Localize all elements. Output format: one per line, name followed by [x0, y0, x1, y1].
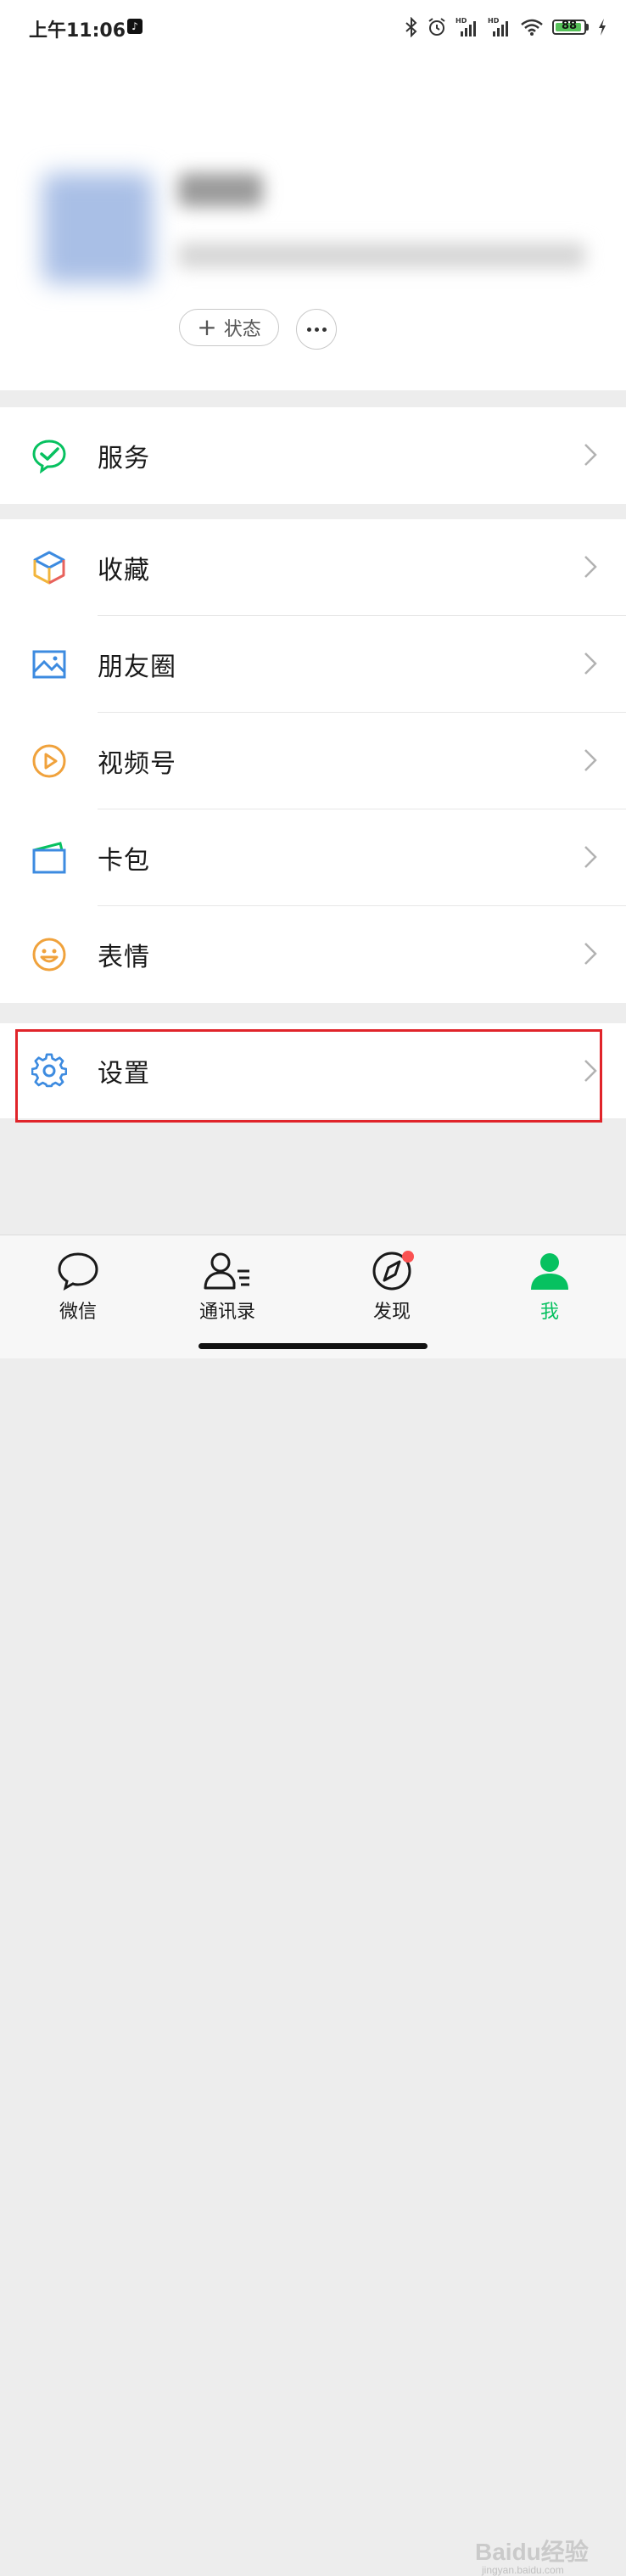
alarm-icon	[428, 18, 445, 36]
menu-label-settings: 设置	[98, 1059, 150, 1089]
menu-item-cards[interactable]: 卡包	[0, 809, 626, 906]
status-button-label: 状态	[223, 319, 261, 340]
menu-label-channels: 视频号	[98, 749, 176, 779]
bottom-tab-bar: 微信 通讯录 发现 我 Baidu经验 jingyan.baidu.com	[0, 1235, 626, 2576]
wifi-icon	[521, 19, 543, 36]
main-menu-card: 收藏 朋友圈 视频号 卡包 表情	[0, 519, 626, 1003]
more-button[interactable]	[296, 309, 337, 350]
watermark-url: jingyan.baidu.com	[482, 2564, 564, 2576]
moments-icon	[32, 650, 66, 679]
tab-label-me: 我	[539, 1302, 559, 1323]
chevron-right-icon	[584, 556, 597, 578]
tab-label-contacts: 通讯录	[198, 1302, 255, 1323]
menu-item-moments[interactable]: 朋友圈	[0, 616, 626, 713]
menu-label-favorites: 收藏	[98, 556, 150, 585]
signal-2-icon: HD	[488, 17, 508, 36]
card-wallet-icon	[32, 842, 66, 874]
signal-1-icon: HD	[456, 17, 476, 36]
home-indicator[interactable]	[198, 1343, 428, 1349]
wechat-id-blurred	[178, 243, 585, 268]
menu-label-moments: 朋友圈	[98, 652, 176, 682]
plus-icon: +	[197, 313, 217, 341]
person-icon	[531, 1253, 568, 1290]
tab-label-discover: 发现	[372, 1302, 411, 1323]
add-status-button[interactable]: + 状态	[179, 309, 279, 346]
chat-bubble-icon	[58, 1252, 98, 1291]
battery-level: 88	[561, 20, 578, 32]
menu-item-stickers[interactable]: 表情	[0, 906, 626, 1003]
menu-label-stickers: 表情	[98, 943, 150, 972]
chevron-right-icon	[584, 652, 597, 675]
battery-icon: 88	[552, 20, 589, 35]
channels-icon	[32, 744, 66, 778]
chevron-right-icon	[584, 444, 597, 466]
settings-card: 设置	[0, 1023, 626, 1118]
hd-label-1: HD	[456, 17, 467, 25]
menu-item-service[interactable]: 服务	[0, 407, 626, 504]
status-bar: 上午11:06 ♪ HD HD 88	[0, 0, 626, 54]
menu-label-cards: 卡包	[98, 846, 150, 876]
service-icon	[32, 440, 66, 473]
favorites-icon	[33, 551, 65, 585]
chevron-right-icon	[584, 749, 597, 771]
tiktok-notification-icon: ♪	[127, 19, 143, 34]
tab-me[interactable]: 我	[499, 1251, 601, 1324]
avatar[interactable]	[42, 173, 153, 283]
nickname-blurred	[178, 173, 263, 207]
tab-label-chats: 微信	[59, 1302, 97, 1323]
chevron-right-icon	[584, 943, 597, 965]
contacts-icon	[204, 1252, 249, 1290]
bluetooth-icon	[405, 17, 417, 37]
status-time: 上午11:06	[29, 20, 126, 42]
menu-label-service: 服务	[98, 444, 150, 473]
tab-contacts[interactable]: 通讯录	[176, 1251, 278, 1324]
menu-item-settings[interactable]: 设置	[0, 1023, 626, 1118]
chevron-right-icon	[584, 1060, 597, 1082]
charging-icon	[599, 19, 606, 36]
menu-item-channels[interactable]: 视频号	[0, 713, 626, 809]
tab-discover[interactable]: 发现	[341, 1251, 443, 1324]
smiley-icon	[32, 938, 66, 972]
profile-header[interactable]: + 状态	[0, 54, 626, 390]
service-card: 服务	[0, 407, 626, 504]
status-icons: HD HD 88	[405, 15, 607, 39]
chevron-right-icon	[584, 846, 597, 868]
gear-icon	[31, 1053, 67, 1088]
menu-item-favorites[interactable]: 收藏	[0, 519, 626, 616]
tab-chats[interactable]: 微信	[27, 1251, 129, 1324]
more-dots-icon	[306, 327, 311, 332]
hd-label-2: HD	[488, 17, 500, 25]
notification-dot	[402, 1251, 414, 1263]
watermark-logo: Baidu经验	[475, 2539, 589, 2565]
